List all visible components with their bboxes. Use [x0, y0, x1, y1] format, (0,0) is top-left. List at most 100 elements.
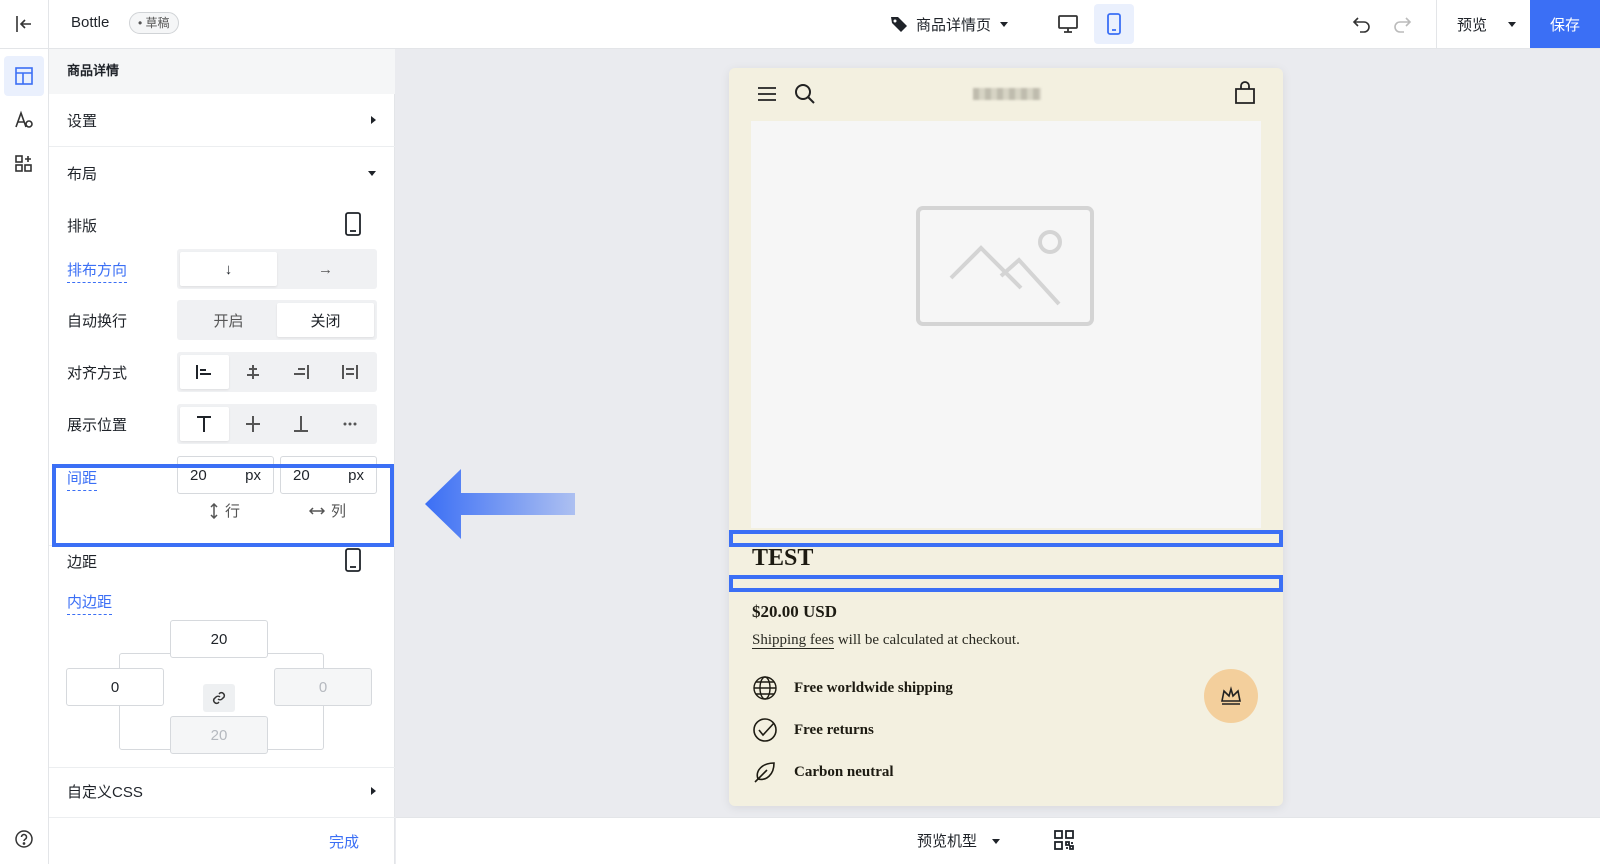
align-stretch-option[interactable] — [326, 355, 375, 389]
search-icon[interactable] — [793, 82, 817, 106]
font-style-icon — [15, 110, 33, 128]
chevron-down-icon — [992, 838, 1001, 844]
menu-icon[interactable] — [756, 84, 778, 104]
save-button[interactable]: 保存 — [1530, 0, 1600, 48]
padding-label: 内边距 — [67, 591, 113, 615]
shipping-note: Shipping fees will be calculated at chec… — [752, 632, 1020, 649]
help-icon — [15, 830, 33, 848]
undo-icon[interactable] — [1352, 14, 1372, 34]
chevron-down-icon — [1508, 22, 1517, 27]
mobile-view-button[interactable] — [1094, 4, 1134, 44]
feature-returns: Free returns — [752, 717, 874, 743]
position-more-option[interactable] — [326, 407, 375, 441]
align-right-option[interactable] — [277, 355, 326, 389]
product-title: TEST — [752, 545, 814, 571]
align-stretch-icon — [341, 365, 358, 379]
caret-down-icon — [368, 171, 376, 176]
feature-shipping: Free worldwide shipping — [752, 675, 953, 701]
caret-right-icon — [371, 116, 376, 124]
settings-panel: 商品详情 设置 布局 排版 排布方向 ↓ → 自动换行 开启 关闭 对齐方式 展… — [49, 49, 395, 864]
mobile-icon — [1107, 13, 1121, 35]
layout-label: 布局 — [67, 165, 98, 183]
panel-title: 商品详情 — [49, 49, 395, 94]
qr-code-icon[interactable] — [1053, 829, 1075, 851]
link-icon — [212, 691, 226, 705]
align-left-option[interactable] — [180, 355, 229, 389]
more-icon — [343, 422, 357, 426]
gap-highlight-bottom — [729, 575, 1283, 592]
app-name: Bottle — [71, 14, 110, 31]
top-bar: Bottle • 草稿 商品详情页 预览 保存 — [0, 0, 1600, 49]
done-button[interactable]: 完成 — [329, 831, 359, 852]
padding-top-input[interactable]: 20 — [170, 620, 268, 658]
desktop-icon — [1058, 15, 1078, 33]
page-selector[interactable]: 商品详情页 — [890, 12, 1009, 36]
leaf-icon — [754, 762, 775, 783]
redo-icon[interactable] — [1392, 14, 1412, 34]
align-label: 对齐方式 — [67, 365, 128, 382]
apps-tab[interactable] — [4, 144, 44, 184]
position-middle-option[interactable] — [229, 407, 278, 441]
cart-icon[interactable] — [1234, 81, 1256, 105]
wrap-label: 自动换行 — [67, 313, 128, 330]
wrap-off-option[interactable]: 关闭 — [277, 303, 374, 337]
desktop-view-button[interactable] — [1048, 4, 1088, 44]
globe-icon — [753, 676, 777, 700]
feature-label: Carbon neutral — [794, 763, 894, 780]
theme-style-tab[interactable] — [4, 100, 44, 140]
position-top-option[interactable] — [180, 407, 229, 441]
margin-heading: 边距 — [67, 554, 98, 571]
caret-right-icon — [371, 787, 376, 795]
panel-footer: 完成 — [49, 817, 395, 864]
feature-carbon: Carbon neutral — [752, 759, 894, 785]
position-toggle — [177, 404, 377, 444]
shipping-link[interactable]: Shipping fees — [752, 632, 835, 649]
pointer-arrow-icon — [425, 469, 575, 539]
chevron-down-icon — [1000, 22, 1009, 27]
exit-icon[interactable] — [0, 0, 49, 48]
store-logo[interactable] — [973, 88, 1041, 100]
settings-section-toggle[interactable]: 设置 — [67, 94, 377, 146]
align-center-option[interactable] — [229, 355, 278, 389]
crown-icon — [1221, 686, 1241, 705]
custom-css-section-toggle[interactable]: 自定义CSS — [67, 771, 377, 811]
check-circle-icon — [753, 718, 777, 742]
padding-right-input[interactable]: 0 — [274, 668, 372, 706]
padding-left-input[interactable]: 0 — [66, 668, 164, 706]
bottom-bar: 预览机型 — [396, 817, 1600, 864]
apps-grid-icon — [15, 155, 32, 172]
sections-tab[interactable] — [4, 56, 44, 96]
feature-label: Free returns — [794, 721, 874, 738]
direction-horizontal-option[interactable]: → — [277, 252, 374, 286]
position-middle-icon — [245, 416, 260, 432]
custom-css-label: 自定义CSS — [67, 783, 143, 801]
layout-section-toggle[interactable]: 布局 — [67, 147, 377, 199]
position-bottom-option[interactable] — [277, 407, 326, 441]
device-model-label: 预览机型 — [917, 833, 978, 850]
gap-highlight-frame — [52, 464, 394, 547]
mobile-preview: TEST $20.00 USD Shipping fees will be ca… — [729, 68, 1283, 806]
device-model-dropdown[interactable]: 预览机型 — [917, 830, 1001, 851]
image-placeholder-icon — [916, 206, 1094, 326]
padding-bottom-input[interactable]: 20 — [170, 716, 268, 754]
direction-vertical-option[interactable]: ↓ — [180, 252, 277, 286]
align-right-icon — [294, 365, 310, 379]
shipping-rest: will be calculated at checkout. — [834, 632, 1020, 648]
product-price: $20.00 USD — [752, 602, 838, 621]
link-padding-button[interactable] — [203, 684, 235, 712]
wrap-on-option[interactable]: 开启 — [180, 303, 277, 337]
crown-button[interactable] — [1204, 669, 1258, 723]
position-label: 展示位置 — [67, 417, 128, 434]
position-bottom-icon — [294, 416, 309, 432]
preview-label: 预览 — [1457, 16, 1488, 34]
help-button[interactable] — [4, 819, 44, 859]
preview-dropdown[interactable]: 预览 — [1436, 0, 1535, 48]
typesetting-heading: 排版 — [67, 218, 98, 235]
mobile-device-icon[interactable] — [344, 548, 362, 572]
direction-toggle: ↓ → — [177, 249, 377, 289]
position-top-icon — [197, 416, 212, 432]
align-toggle — [177, 352, 377, 392]
mobile-device-icon[interactable] — [344, 212, 362, 236]
feature-label: Free worldwide shipping — [794, 679, 953, 696]
direction-label: 排布方向 — [67, 259, 128, 283]
